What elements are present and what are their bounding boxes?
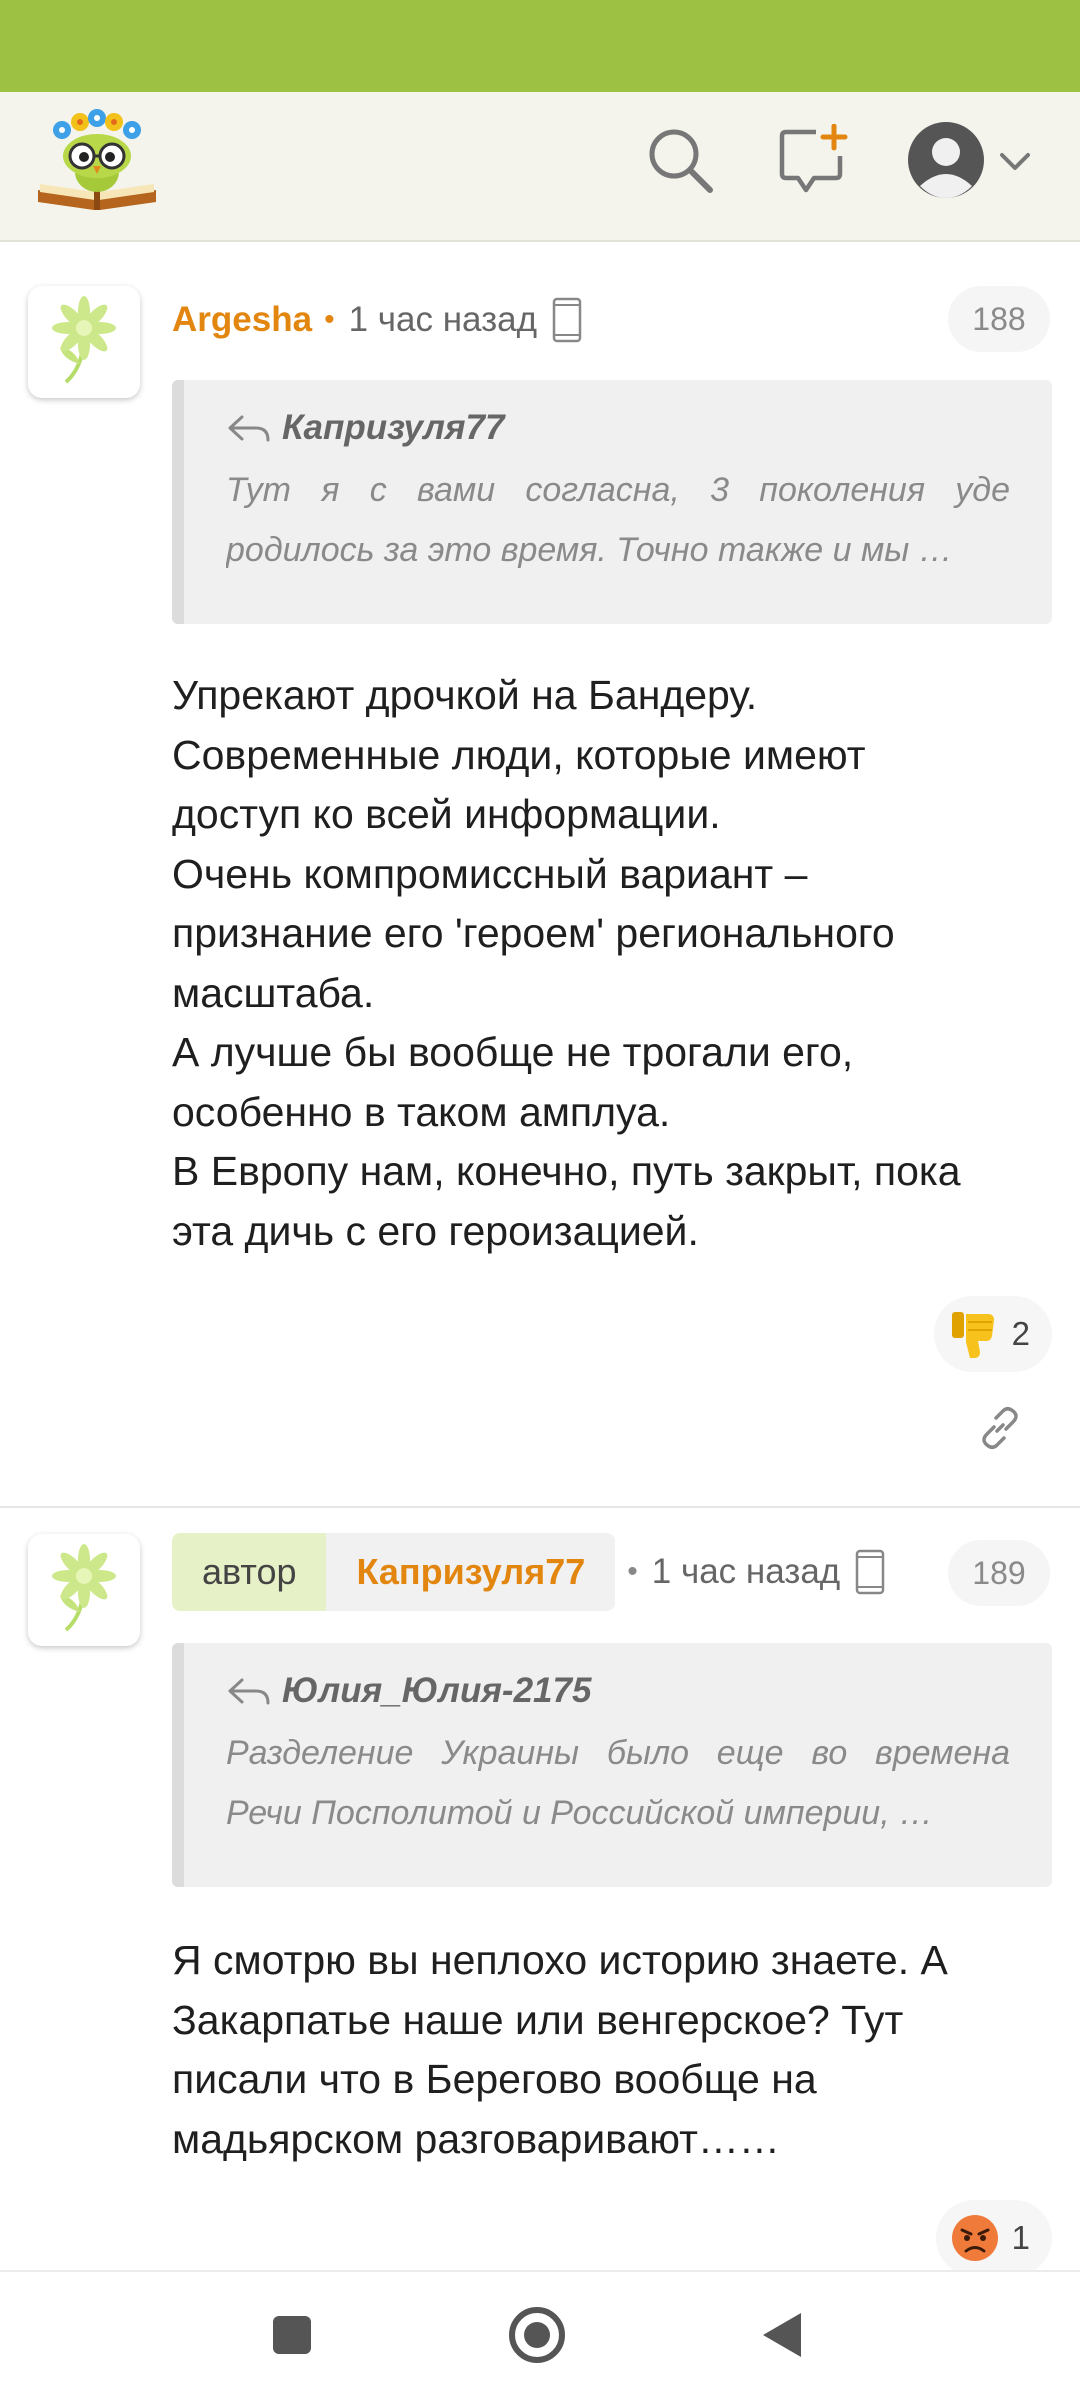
comment-meta: автор Капризуля77 • 1 час назад — [172, 1533, 886, 1611]
quoted-comment[interactable]: Капризуля77 Тут я с вами согласна, 3 пок… — [172, 380, 1052, 624]
book-owl-logo-icon[interactable] — [34, 106, 160, 214]
comment-line: Очень компромиссный вариант – — [172, 850, 808, 897]
comment-meta: Argesha • 1 час назад — [172, 296, 583, 344]
phone-icon — [551, 297, 583, 343]
app-header — [0, 92, 1080, 242]
home-icon — [507, 2305, 567, 2370]
quote-author: Юлия_Юлия-2175 — [282, 1671, 592, 1710]
system-navigation-bar — [0, 2270, 1080, 2400]
quoted-comment[interactable]: Юлия_Юлия-2175 Разделение Украины было е… — [172, 1643, 1052, 1887]
comment-line: писали что в Берегово вообще на — [172, 2056, 817, 2102]
comment-text: Упрекают дрочкой на Бандеру. Современные… — [172, 666, 1052, 1261]
profile-menu-button[interactable] — [894, 120, 1044, 204]
comment-username[interactable]: Argesha — [172, 300, 312, 340]
flower-avatar-icon — [44, 290, 124, 395]
comment-text: Я смотрю вы неплохо историю знаете. А За… — [172, 1931, 1052, 2169]
reaction-button[interactable]: 1 — [935, 2200, 1052, 2276]
link-icon — [977, 1405, 1023, 1456]
author-tag: автор — [172, 1533, 327, 1611]
quote-header: Капризуля77 — [226, 408, 1010, 448]
copy-link-button[interactable] — [970, 1400, 1030, 1460]
recents-icon — [270, 2313, 314, 2362]
recents-button[interactable] — [257, 2302, 327, 2372]
back-button[interactable] — [747, 2302, 817, 2372]
search-button[interactable] — [638, 120, 722, 204]
quote-text: Тут я с вами согласна, 3 поколения уде р… — [226, 460, 1010, 580]
reaction-button[interactable]: 2 — [933, 1296, 1052, 1372]
home-button[interactable] — [502, 2302, 572, 2372]
reply-arrow-icon — [226, 1676, 272, 1706]
comment-line: мадьярском разговаривают…… — [172, 2115, 780, 2162]
quote-line: Тут я с вами согласна, 3 поколения уде — [226, 471, 1010, 509]
comment-number-badge[interactable]: 188 — [948, 286, 1050, 352]
comment-line: Я смотрю вы неплохо историю знаете. А — [172, 1937, 948, 1983]
quote-text: Разделение Украины было еще во времена Р… — [226, 1723, 1010, 1843]
comment-line: доступ ко всей информации. — [172, 791, 721, 837]
new-post-icon — [776, 123, 848, 201]
angry-face-icon — [950, 2213, 1000, 2263]
phone-icon — [854, 1549, 886, 1595]
comment-line: Закарпатье наше или венгерское? Тут — [172, 1996, 904, 2043]
quote-line: Разделение Украины было еще во времена — [226, 1734, 1010, 1772]
quote-line: Речи Посполитой и Российской империи, … — [226, 1794, 934, 1832]
reply-arrow-icon — [226, 413, 272, 443]
thumbs-down-icon — [948, 1308, 1000, 1360]
comment-line: А лучше бы вообще не трогали его, — [172, 1029, 854, 1075]
comment-line: Современные люди, которые имеют — [172, 731, 866, 778]
comment-time: 1 час назад — [348, 300, 538, 339]
reaction-count: 1 — [1011, 2219, 1030, 2256]
quote-line: родилось за это время. Точно также и мы … — [226, 531, 953, 569]
quote-author: Капризуля77 — [282, 408, 505, 447]
separator-dot: • — [324, 303, 335, 336]
comment-username[interactable]: Капризуля77 — [326, 1533, 616, 1611]
user-avatar[interactable] — [28, 1534, 140, 1646]
quote-header: Юлия_Юлия-2175 — [226, 1671, 1010, 1711]
separator-dot: • — [627, 1555, 638, 1588]
comment-line: эта дичь с его героизацией. — [172, 1207, 699, 1254]
flower-avatar-icon — [44, 1538, 124, 1643]
status-bar — [0, 0, 1080, 92]
author-chip[interactable]: автор Капризуля77 — [172, 1533, 616, 1611]
comment-line: особенно в таком амплуа. — [172, 1088, 671, 1135]
chevron-down-icon — [998, 151, 1032, 173]
comment-number-badge[interactable]: 189 — [948, 1540, 1050, 1606]
comment-line: признание его 'героем' регионального — [172, 910, 895, 956]
back-icon — [759, 2310, 805, 2365]
comment-line: масштаба. — [172, 969, 375, 1016]
comment-divider — [0, 1506, 1080, 1508]
comment-line: В Европу нам, конечно, путь закрыт, пока — [172, 1148, 961, 1194]
comment-line: Упрекают дрочкой на Бандеру. — [172, 672, 758, 718]
avatar-icon — [906, 120, 986, 205]
new-post-button[interactable] — [770, 120, 854, 204]
user-avatar[interactable] — [28, 286, 140, 398]
search-icon — [644, 124, 716, 201]
comment-time: 1 час назад — [651, 1552, 841, 1591]
reaction-count: 2 — [1011, 1315, 1030, 1352]
